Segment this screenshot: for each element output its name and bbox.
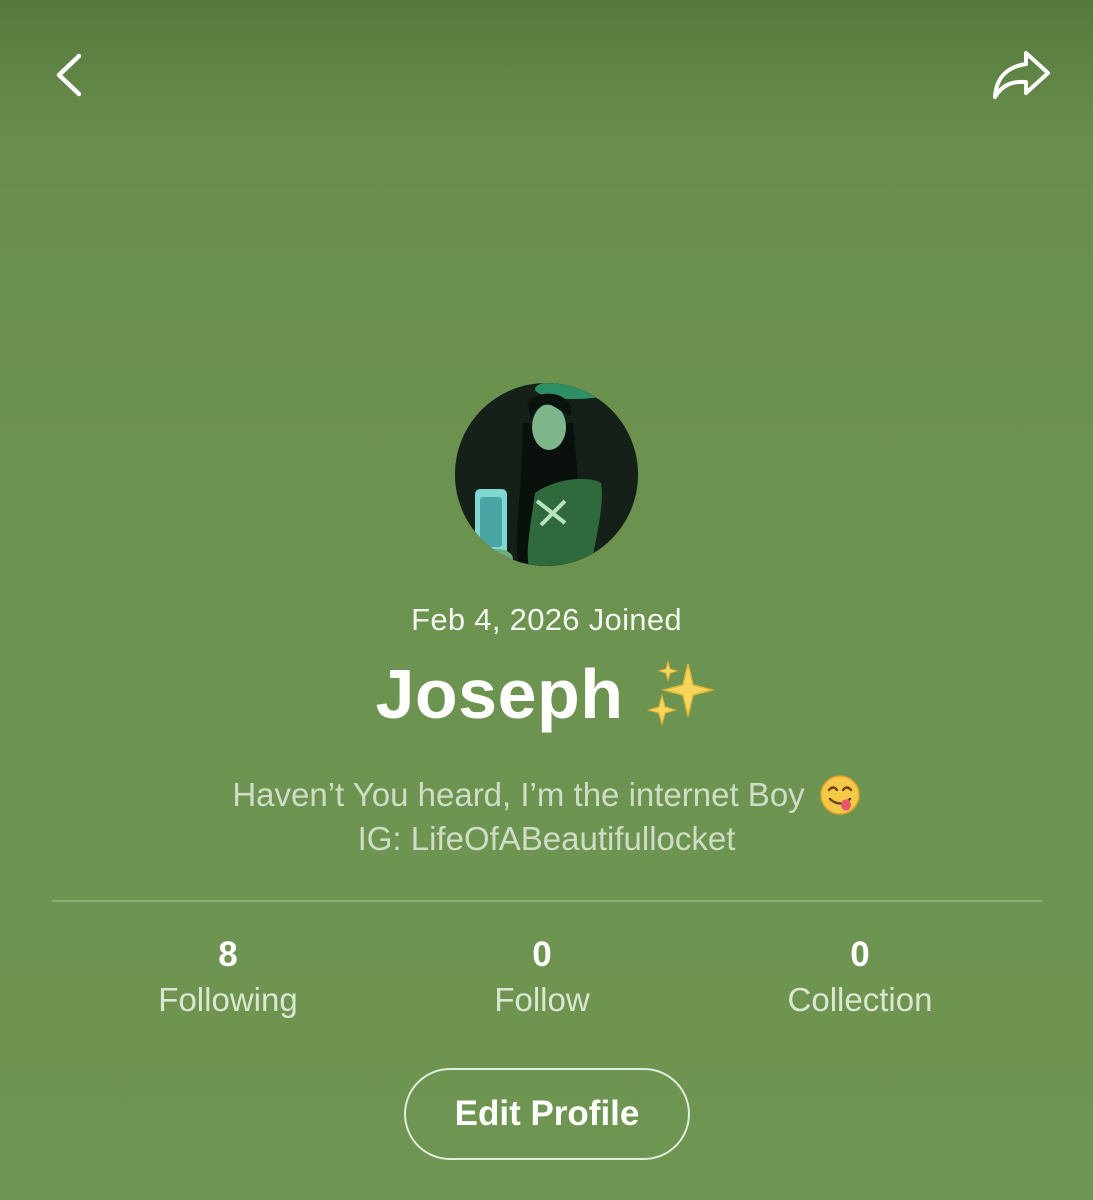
stat-collection[interactable]: 0 Collection	[730, 936, 990, 1020]
bio-line-1: Haven’t You heard, I’m the internet Boy	[0, 773, 1093, 817]
share-button[interactable]	[986, 40, 1056, 110]
bio-line-2: IG: LifeOfABeautifullocket	[0, 817, 1093, 861]
profile-name: Joseph	[375, 655, 624, 733]
divider	[52, 900, 1042, 902]
avatar[interactable]	[455, 383, 638, 566]
sparkles-icon	[646, 660, 715, 727]
name-row: Joseph	[0, 654, 1093, 734]
face-savoring-food-icon	[819, 775, 860, 815]
edit-profile-button[interactable]: Edit Profile	[404, 1068, 690, 1160]
stat-label: Collection	[787, 981, 933, 1018]
share-arrow-icon	[993, 51, 1050, 99]
chevron-left-icon	[56, 53, 82, 97]
stat-count: 0	[850, 935, 870, 974]
stat-follow[interactable]: 0 Follow	[412, 936, 672, 1020]
profile-photo	[455, 383, 638, 566]
back-button[interactable]	[34, 40, 104, 110]
stat-label: Follow	[494, 981, 590, 1018]
stat-count: 0	[532, 935, 552, 974]
stat-following[interactable]: 8 Following	[98, 936, 358, 1020]
bio-text-1: Haven’t You heard, I’m the internet Boy	[232, 776, 805, 813]
joined-date: Feb 4, 2026 Joined	[411, 602, 682, 637]
bio: Haven’t You heard, I’m the internet Boy …	[0, 773, 1093, 861]
stat-label: Following	[158, 981, 298, 1018]
stat-count: 8	[218, 935, 238, 974]
bio-text-2: IG: LifeOfABeautifullocket	[357, 820, 736, 857]
